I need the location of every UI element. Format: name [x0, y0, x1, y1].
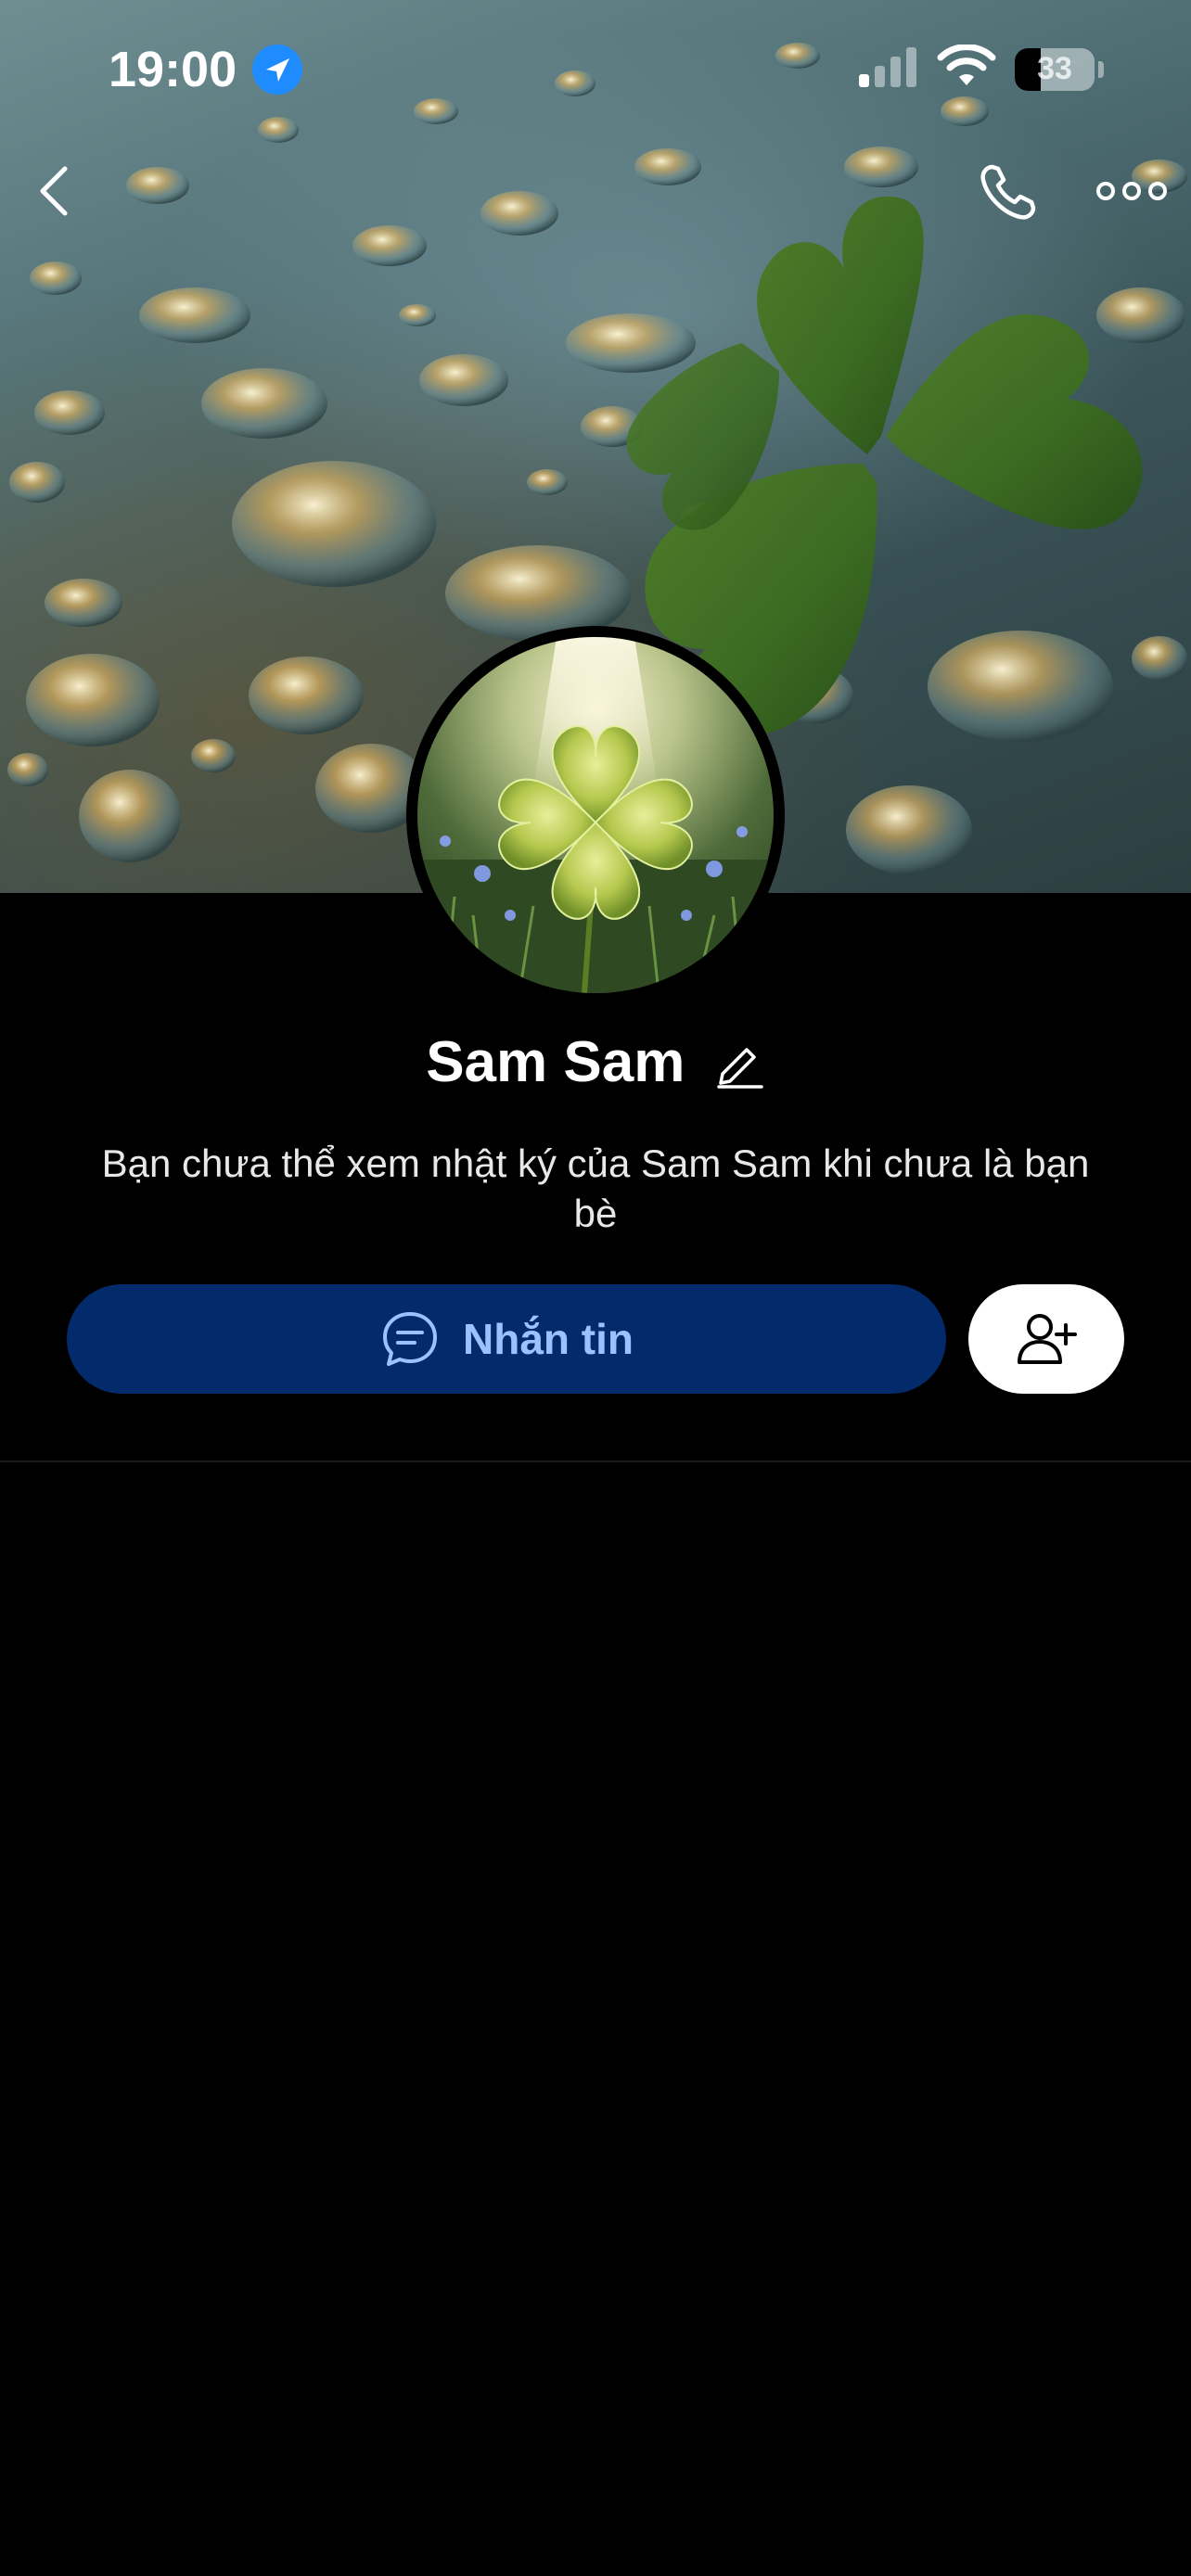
battery-cap	[1098, 61, 1104, 78]
edit-name-button[interactable]	[713, 1037, 765, 1089]
four-leaf-clover-art	[417, 637, 774, 993]
back-chevron-icon	[40, 166, 68, 216]
wifi-icon	[937, 44, 996, 94]
battery-level: 33	[1037, 51, 1072, 86]
cellular-signal-icon	[857, 46, 922, 92]
privacy-note: Bạn chưa thể xem nhật ký của Sam Sam khi…	[101, 1141, 1090, 1235]
status-bar: 19:00 33	[0, 0, 1191, 139]
status-time: 19:00	[109, 42, 237, 97]
profile-name-row: Sam Sam	[0, 1029, 1191, 1095]
avatar-image	[417, 637, 774, 993]
add-friend-button[interactable]	[968, 1284, 1124, 1394]
timeline-area	[0, 1462, 1191, 2576]
more-options-button[interactable]	[1095, 169, 1169, 213]
call-button[interactable]	[974, 159, 1041, 226]
message-button-label: Nhắn tin	[463, 1315, 634, 1363]
more-dots-icon	[1096, 182, 1167, 200]
message-button[interactable]: Nhắn tin	[67, 1284, 946, 1394]
chat-bubble-icon	[383, 1312, 437, 1366]
battery-icon: 33	[1015, 48, 1095, 91]
location-arrow-icon	[252, 45, 302, 95]
pencil-icon	[717, 1047, 763, 1089]
avatar[interactable]	[406, 626, 785, 1004]
phone-icon	[980, 164, 1036, 220]
back-button[interactable]	[28, 158, 83, 224]
add-friend-icon	[1018, 1314, 1077, 1364]
profile-name: Sam Sam	[426, 1030, 685, 1094]
